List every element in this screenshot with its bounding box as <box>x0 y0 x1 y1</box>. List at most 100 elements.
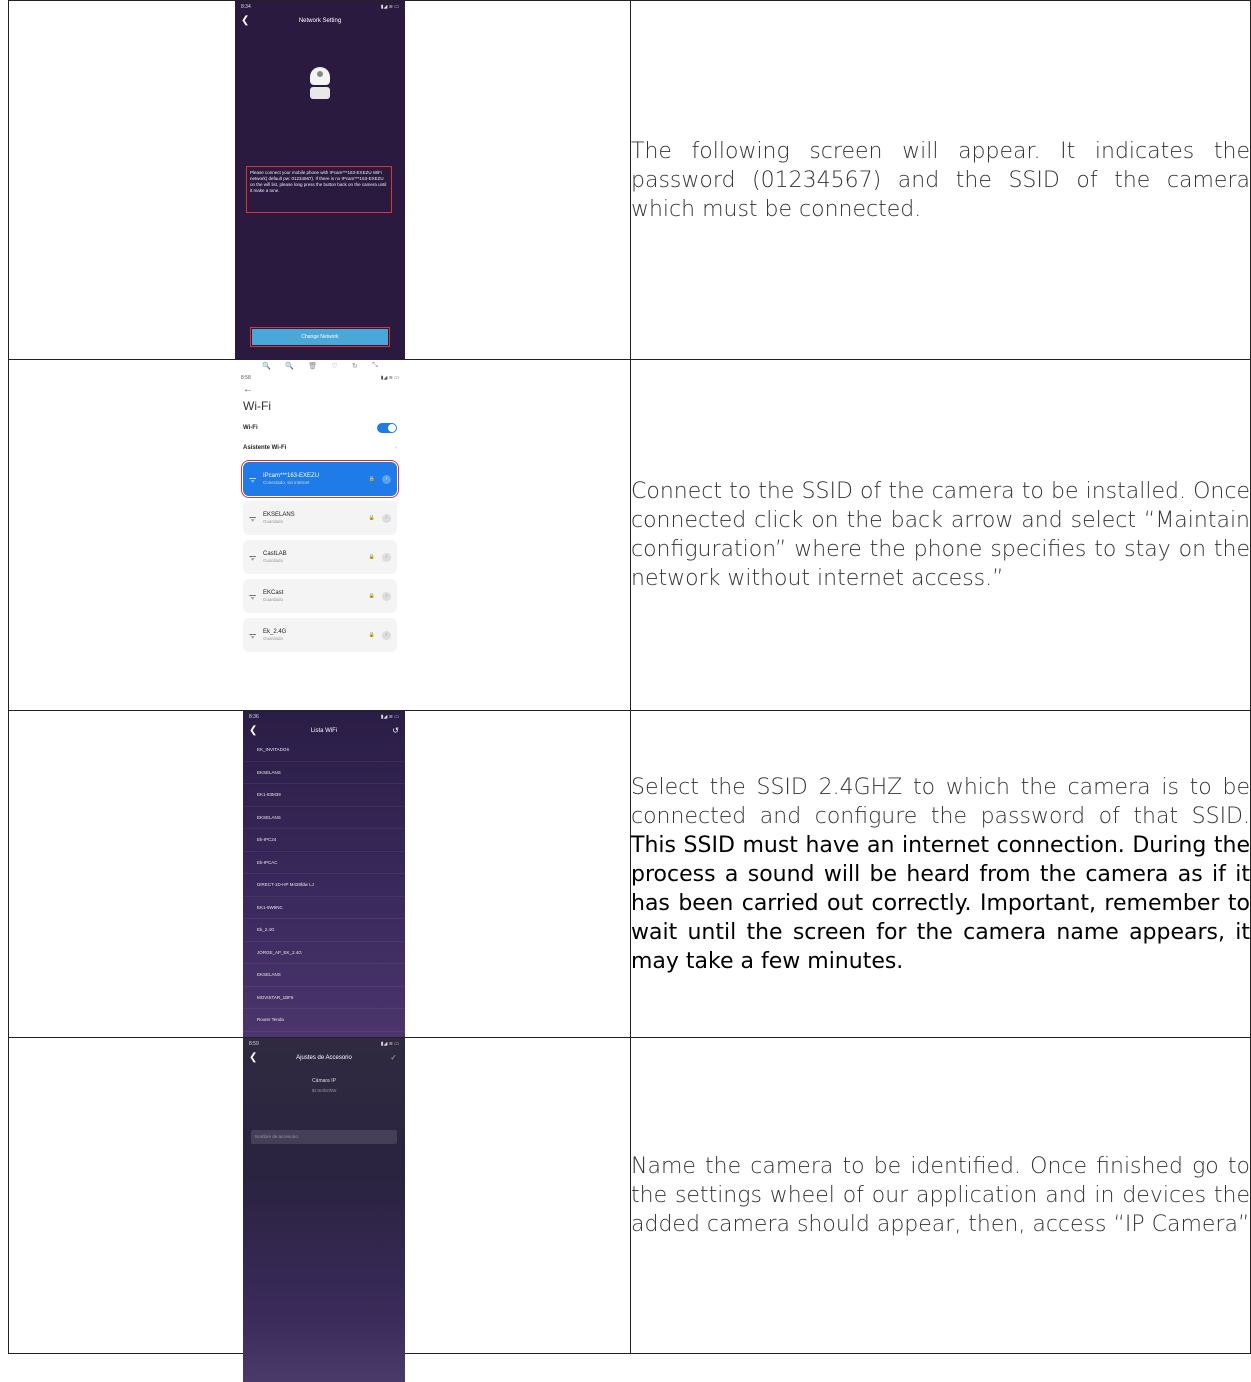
assistant-label: Asistente Wi-Fi <box>243 445 287 451</box>
network-name: IPcam***163-EXEZU <box>263 473 320 479</box>
status-time: 8:34 <box>241 4 251 10</box>
heart-icon[interactable]: ♡ <box>331 362 337 370</box>
wifi-toggle-row[interactable]: Wi-Fi <box>235 417 405 439</box>
network-item-ek24g[interactable]: ᯤ Ek_2.4G Guardado 🔒 › <box>243 618 397 652</box>
ssid-item[interactable]: DIRECT-1D-HP M428fdw LJ <box>243 874 405 897</box>
ssid-item[interactable]: MOVISTAR_1BF6 <box>243 987 405 1009</box>
camera-id: ID:9r4lx0hW <box>311 1088 337 1093</box>
app-bar: ❮ Lista WiFi ↺ <box>243 723 405 739</box>
table-row: 8:59 ▮◢ ≋ ▭ ❮ Ajustes de Accesorio ✓ Cám… <box>8 1037 1251 1382</box>
description-cell: Connect to the SSID of the camera to be … <box>630 359 1251 711</box>
wifi-icon: ᯤ <box>249 513 257 523</box>
refresh-icon[interactable]: ↺ <box>392 723 399 739</box>
table-row: 8:34 ▮◢ ≋ ▭ ❮ Network Setting Please con… <box>8 0 1251 360</box>
accessory-settings-screenshot: 8:59 ▮◢ ≋ ▭ ❮ Ajustes de Accesorio ✓ Cám… <box>243 1038 405 1382</box>
wifi-page-title: Wi-Fi <box>243 399 271 413</box>
wifi-assistant-row[interactable]: Asistente Wi-Fi › <box>235 439 405 457</box>
network-item-ekcast[interactable]: ᯤ EKCast Guardado 🔒 › <box>243 579 397 613</box>
network-status: Guardado <box>263 558 284 563</box>
description-cell: The following screen will appear. It ind… <box>630 0 1251 360</box>
wifi-icon: ᯤ <box>249 474 257 484</box>
lock-icon: 🔒 <box>368 554 375 560</box>
lock-icon: 🔒 <box>368 632 375 638</box>
ssid-item[interactable]: EKSELANS <box>243 807 405 829</box>
detail-arrow-icon[interactable]: › <box>382 591 391 601</box>
delete-icon[interactable]: 🗑 <box>308 362 317 370</box>
step-description: The following screen will appear. It ind… <box>631 138 1250 222</box>
ssid-item[interactable]: EK1-83M39 <box>243 784 405 807</box>
wifi-icon: ᯤ <box>249 591 257 601</box>
screenshot-cell: 8:34 ▮◢ ≋ ▭ ❮ Network Setting Please con… <box>8 0 631 360</box>
lock-icon: 🔒 <box>368 593 375 599</box>
crop-icon[interactable]: ⤡ <box>372 362 378 370</box>
table-row: 8:36 ▮◢ ≋ ▭ ❮ Lista WiFi ↺ EK_INVITADOS … <box>8 710 1251 1038</box>
back-chevron-icon[interactable]: ❮ <box>241 13 249 29</box>
wifi-toggle[interactable] <box>377 423 397 433</box>
network-setting-screenshot: 8:34 ▮◢ ≋ ▭ ❮ Network Setting Please con… <box>235 1 405 360</box>
chevron-right-icon: › <box>395 445 397 451</box>
back-arrow-icon[interactable]: ← <box>235 384 405 395</box>
ssid-item[interactable]: Ek_2.4G <box>243 919 405 942</box>
screenshot-cell: 8:59 ▮◢ ≋ ▭ ❮ Ajustes de Accesorio ✓ Cám… <box>8 1037 631 1382</box>
ssid-item[interactable]: Ek-IPCAC <box>243 852 405 874</box>
ssid-item[interactable]: EK_INVITADOS <box>243 739 405 762</box>
accessory-name-input[interactable]: Nombre de accesorio <box>251 1130 397 1144</box>
ssid-item[interactable]: JORGE_AP_EK_2.4G <box>243 942 405 964</box>
back-chevron-icon[interactable]: ❮ <box>249 1050 257 1066</box>
network-item-ipcam[interactable]: ᯤ IPcam***163-EXEZU Conectado, sin intern… <box>241 460 399 498</box>
network-status: Guardado <box>263 636 284 641</box>
network-item-castlab[interactable]: ᯤ CastLAB Guardado 🔒 › <box>243 540 397 574</box>
status-icons: ▮◢ ≋ ▭ <box>380 1041 399 1047</box>
detail-arrow-icon[interactable]: › <box>382 513 391 523</box>
status-bar: 8:58 ▮◢ ≋ ▭ <box>235 372 405 384</box>
status-bar: 8:34 ▮◢ ≋ ▭ <box>235 1 405 13</box>
network-name: EKCast <box>263 590 284 596</box>
screenshot-cell: 🔍 🔍 🗑 ♡ ↻ ⤡ 8:58 ▮◢ ≋ ▭ ← Wi-Fi Wi-Fi As… <box>8 359 631 711</box>
back-chevron-icon[interactable]: ❮ <box>249 723 257 739</box>
ssid-item[interactable]: Router Tenda <box>243 1009 405 1032</box>
lock-icon: 🔒 <box>368 476 375 482</box>
wifi-icon: ᯤ <box>249 630 257 640</box>
zoom-out-icon[interactable]: 🔍 <box>285 362 294 370</box>
viewer-toolbar: 🔍 🔍 🗑 ♡ ↻ ⤡ <box>235 360 405 372</box>
network-status: Guardado <box>263 597 284 602</box>
status-bar: 8:59 ▮◢ ≋ ▭ <box>243 1038 405 1050</box>
step-text-light: Select the SSID 2.4GHZ to which the came… <box>631 774 1250 829</box>
camera-icon <box>310 67 330 101</box>
screenshot-cell: 8:36 ▮◢ ≋ ▭ ❮ Lista WiFi ↺ EK_INVITADOS … <box>8 710 631 1038</box>
ssid-item[interactable]: EKSELANS <box>243 964 405 987</box>
detail-arrow-icon[interactable]: › <box>382 474 391 484</box>
change-network-button[interactable]: Change Network <box>252 329 388 345</box>
app-bar: ❮ Ajustes de Accesorio ✓ <box>243 1050 405 1066</box>
check-icon[interactable]: ✓ <box>390 1050 397 1066</box>
zoom-in-icon[interactable]: 🔍 <box>262 362 271 370</box>
camera-label: Cámara IP <box>312 1078 336 1084</box>
description-cell: Select the SSID 2.4GHZ to which the came… <box>630 710 1251 1038</box>
wifi-icon: ᯤ <box>249 552 257 562</box>
step-description: Name the camera to be identified. Once f… <box>631 1154 1250 1237</box>
screen-title: Network Setting <box>298 18 342 24</box>
wifi-list-screenshot: 8:36 ▮◢ ≋ ▭ ❮ Lista WiFi ↺ EK_INVITADOS … <box>243 711 405 1037</box>
network-item-ekselans[interactable]: ᯤ EKSELANS Guardado 🔒 › <box>243 501 397 535</box>
step-description: Connect to the SSID of the camera to be … <box>631 479 1250 591</box>
network-status: Conectado, sin internet <box>263 480 310 485</box>
rotate-icon[interactable]: ↻ <box>352 362 358 370</box>
status-icons: ▮◢ ≋ ▭ <box>380 375 399 381</box>
status-bar: 8:36 ▮◢ ≋ ▭ <box>243 711 405 723</box>
highlight-box: Change Network <box>250 327 390 347</box>
ssid-item[interactable]: EKSELANS <box>243 762 405 784</box>
screen-title: Lista WiFi <box>310 728 338 734</box>
status-time: 8:58 <box>241 375 251 381</box>
network-name: Ek_2.4G <box>263 629 287 635</box>
network-name: CastLAB <box>263 551 287 557</box>
ssid-item[interactable]: Ek-IPC24 <box>243 829 405 852</box>
status-icons: ▮◢ ≋ ▭ <box>380 4 399 10</box>
detail-arrow-icon[interactable]: › <box>382 630 391 640</box>
status-icons: ▮◢ ≋ ▭ <box>380 714 399 720</box>
wifi-settings-screenshot: 🔍 🔍 🗑 ♡ ↻ ⤡ 8:58 ▮◢ ≋ ▭ ← Wi-Fi Wi-Fi As… <box>235 360 405 693</box>
ssid-item[interactable]: EK1-9W9NC <box>243 897 405 919</box>
detail-arrow-icon[interactable]: › <box>382 552 391 562</box>
description-cell: Name the camera to be identified. Once f… <box>630 1037 1251 1354</box>
network-status: Guardado <box>263 519 284 524</box>
status-time: 8:36 <box>249 714 259 720</box>
